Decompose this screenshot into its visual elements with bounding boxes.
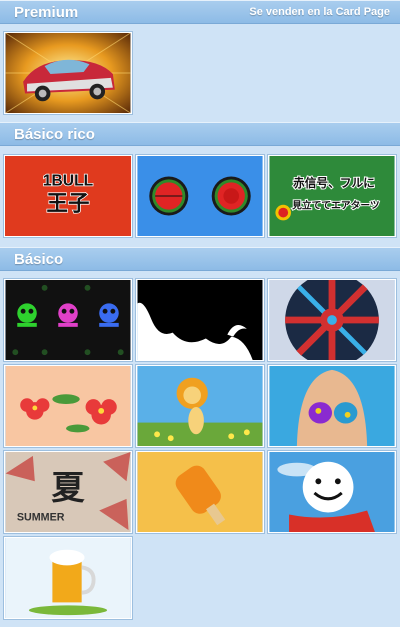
beer-artwork	[5, 538, 131, 618]
rich-1bull-thumbnail[interactable]: 1BULL 王子	[4, 155, 132, 237]
basic-popsicle-thumbnail[interactable]	[136, 451, 264, 533]
lion-artwork	[137, 366, 263, 446]
watermelon-left	[149, 176, 189, 216]
basic-skulls-thumbnail[interactable]	[4, 279, 132, 361]
dartboard-artwork	[269, 280, 395, 360]
car-artwork	[5, 33, 131, 113]
skulls-artwork	[5, 280, 131, 360]
card-page-note: Se venden en la Card Page	[249, 6, 390, 18]
rich-watermelon-thumbnail[interactable]	[136, 155, 264, 237]
basic-bikini-thumbnail[interactable]	[268, 365, 396, 447]
basic-section-title: Básico	[14, 251, 64, 268]
basic-snowman-thumbnail[interactable]	[268, 451, 396, 533]
basic-summer-thumbnail[interactable]: 夏 SUMMER	[4, 451, 132, 533]
premium-section-header: Premium Se venden en la Card Page	[0, 0, 400, 24]
rich-section-header: Básico rico	[0, 122, 400, 146]
watermelon-artwork	[137, 156, 263, 236]
1bull-text: 1BULL	[43, 172, 94, 189]
1bull-kanji: 王子	[47, 192, 90, 217]
rich-signal-thumbnail[interactable]: 赤信号、フルに 見立ててエアターツ	[268, 155, 396, 237]
hibiscus-artwork	[5, 366, 131, 446]
summer-word: SUMMER	[17, 511, 65, 523]
premium-car-thumbnail[interactable]	[4, 32, 132, 114]
snowman-artwork	[269, 452, 395, 532]
basic-dartboard-thumbnail[interactable]	[268, 279, 396, 361]
watermelon-right	[211, 176, 251, 216]
1bull-artwork: 1BULL 王子	[5, 156, 131, 236]
summer-artwork: 夏 SUMMER	[5, 452, 131, 532]
splash-artwork	[137, 280, 263, 360]
popsicle-artwork	[137, 452, 263, 532]
bikini-artwork	[269, 366, 395, 446]
signal-text-line2: 見立ててエアターツ	[291, 199, 380, 212]
basic-beer-thumbnail[interactable]	[4, 537, 132, 619]
signal-text-line1: 赤信号、フルに	[293, 176, 375, 190]
basic-hibiscus-thumbnail[interactable]	[4, 365, 132, 447]
rich-section-title: Básico rico	[14, 126, 95, 143]
premium-section-title: Premium	[14, 4, 79, 21]
basic-black-splash-thumbnail[interactable]	[136, 279, 264, 361]
signal-artwork: 赤信号、フルに 見立ててエアターツ	[269, 156, 395, 236]
basic-lion-thumbnail[interactable]	[136, 365, 264, 447]
summer-kanji: 夏	[51, 468, 85, 507]
basic-section-header: Básico	[0, 247, 400, 271]
